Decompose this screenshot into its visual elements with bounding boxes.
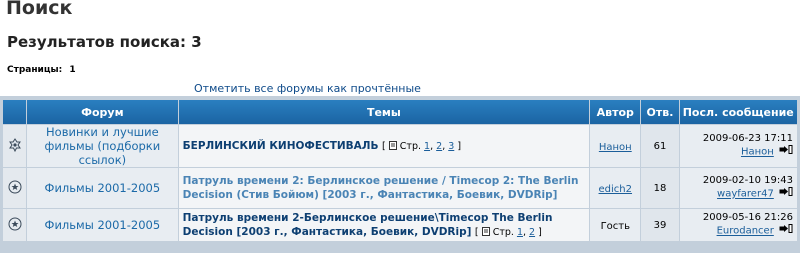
- topic-cell: БЕРЛИНСКИЙ КИНОФЕСТИВАЛЬ [ Стр. 1, 2, 3 …: [178, 125, 590, 167]
- header-last-post: Посл. сообщение: [679, 100, 797, 124]
- mark-all-read-link[interactable]: Отметить все форумы как прочтённые: [194, 82, 421, 95]
- header-author: Автор: [590, 100, 641, 124]
- results-count-title: Результатов поиска: 3: [7, 33, 202, 51]
- author-cell: Нанон: [590, 125, 641, 167]
- pages-icon: [481, 227, 493, 238]
- last-post-date: 2009-05-16 21:26: [702, 212, 793, 224]
- last-post-date: 2009-02-10 19:43: [702, 175, 793, 187]
- header-topics: Темы: [178, 100, 590, 124]
- header-icon-column: [3, 100, 27, 124]
- last-post-user-link[interactable]: wayfarer47: [717, 189, 774, 200]
- topic-icon: [8, 180, 22, 197]
- goto-last-post-icon[interactable]: [779, 145, 793, 158]
- author-cell: Гость: [590, 209, 641, 241]
- forum-link[interactable]: Фильмы 2001-2005: [45, 218, 161, 232]
- topic-icon: [8, 217, 22, 234]
- search-results-table: Форум Темы Автор Отв. Посл. сообщение Но…: [2, 99, 798, 242]
- pagination-label: Страницы:: [7, 65, 63, 75]
- pager-link-2[interactable]: 2: [436, 141, 442, 152]
- author-link[interactable]: edich2: [599, 184, 632, 195]
- topic-pager: [ Стр. 1, 2, 3 ]: [382, 141, 462, 152]
- pagination-current: 1: [69, 65, 76, 75]
- topic-cell: Патруль времени 2-Берлинское решение\Tim…: [178, 209, 590, 241]
- pager-label: Стр.: [492, 227, 514, 238]
- pager-open-bracket: [: [382, 141, 386, 152]
- table-row: Фильмы 2001-2005 Патруль времени 2: Берл…: [3, 168, 797, 208]
- goto-last-post-icon[interactable]: [779, 187, 793, 200]
- pager-link-3[interactable]: 3: [448, 141, 454, 152]
- forum-cell: Новинки и лучшие фильмы (подборки ссылок…: [27, 125, 178, 167]
- pager-open-bracket: [: [474, 227, 479, 238]
- last-post-cell: 2009-02-10 19:43 wayfarer47: [679, 168, 797, 208]
- results-table-container: Форум Темы Автор Отв. Посл. сообщение Но…: [0, 96, 800, 253]
- page-title: Поиск: [6, 0, 73, 19]
- topic-status-cell: [3, 168, 27, 208]
- topic-link[interactable]: БЕРЛИНСКИЙ КИНОФЕСТИВАЛЬ: [183, 140, 379, 152]
- pager-link-1[interactable]: 1: [424, 141, 430, 152]
- sticky-topic-icon: [8, 137, 22, 155]
- pager-link-1[interactable]: 1: [517, 227, 523, 238]
- topic-status-cell: [3, 125, 27, 167]
- last-post-user-link[interactable]: Eurodancer: [717, 226, 774, 237]
- pager-close-bracket: ]: [457, 141, 462, 152]
- topic-link[interactable]: Патруль времени 2: Берлинское решение / …: [183, 175, 579, 201]
- topic-pager: [ Стр. 1, 2 ]: [474, 227, 542, 238]
- author-cell: edich2: [590, 168, 641, 208]
- forum-cell: Фильмы 2001-2005: [27, 209, 178, 241]
- replies-count: 39: [641, 209, 679, 241]
- table-header-row: Форум Темы Автор Отв. Посл. сообщение: [3, 100, 797, 124]
- last-post-date: 2009-06-23 17:11: [702, 133, 793, 145]
- header-forum: Форум: [27, 100, 178, 124]
- forum-link[interactable]: Новинки и лучшие фильмы (подборки ссылок…: [45, 125, 161, 167]
- pager-label: Стр.: [399, 141, 422, 152]
- author-link[interactable]: Нанон: [599, 142, 632, 153]
- pager-link-2[interactable]: 2: [529, 227, 535, 238]
- topic-cell: Патруль времени 2: Берлинское решение / …: [178, 168, 590, 208]
- pages-icon: [388, 141, 400, 152]
- replies-count: 18: [641, 168, 679, 208]
- last-post-cell: 2009-06-23 17:11 Нанон: [679, 125, 797, 167]
- author-name: Гость: [600, 220, 630, 232]
- pagination-line: Страницы: 1: [7, 65, 76, 75]
- forum-link[interactable]: Фильмы 2001-2005: [45, 181, 161, 195]
- pager-close-bracket: ]: [538, 227, 542, 238]
- table-row: Новинки и лучшие фильмы (подборки ссылок…: [3, 125, 797, 167]
- last-post-user-link[interactable]: Нанон: [741, 147, 774, 158]
- header-replies: Отв.: [641, 100, 679, 124]
- table-row: Фильмы 2001-2005 Патруль времени 2-Берли…: [3, 209, 797, 241]
- goto-last-post-icon[interactable]: [779, 224, 793, 237]
- replies-count: 61: [641, 125, 679, 167]
- forum-cell: Фильмы 2001-2005: [27, 168, 178, 208]
- last-post-cell: 2009-05-16 21:26 Eurodancer: [679, 209, 797, 241]
- topic-status-cell: [3, 209, 27, 241]
